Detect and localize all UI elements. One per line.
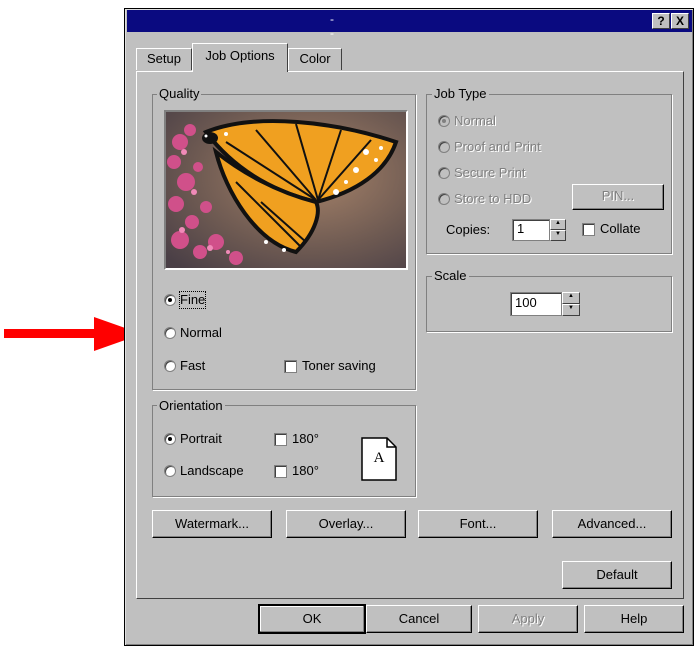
window-title: - - [330, 12, 354, 40]
title-bar[interactable] [127, 10, 692, 32]
tab-setup[interactable]: Setup [136, 48, 192, 70]
apply-button[interactable]: Apply [478, 605, 578, 633]
help-title-button[interactable]: ? [652, 13, 670, 29]
ok-button[interactable]: OK [258, 604, 366, 634]
tab-panel [136, 71, 684, 599]
help-button[interactable]: Help [584, 605, 684, 633]
tab-color[interactable]: Color [288, 48, 342, 70]
cancel-button[interactable]: Cancel [366, 605, 472, 633]
tab-job-options[interactable]: Job Options [192, 43, 288, 72]
callout-arrow [4, 317, 142, 351]
close-button[interactable]: X [671, 13, 689, 29]
